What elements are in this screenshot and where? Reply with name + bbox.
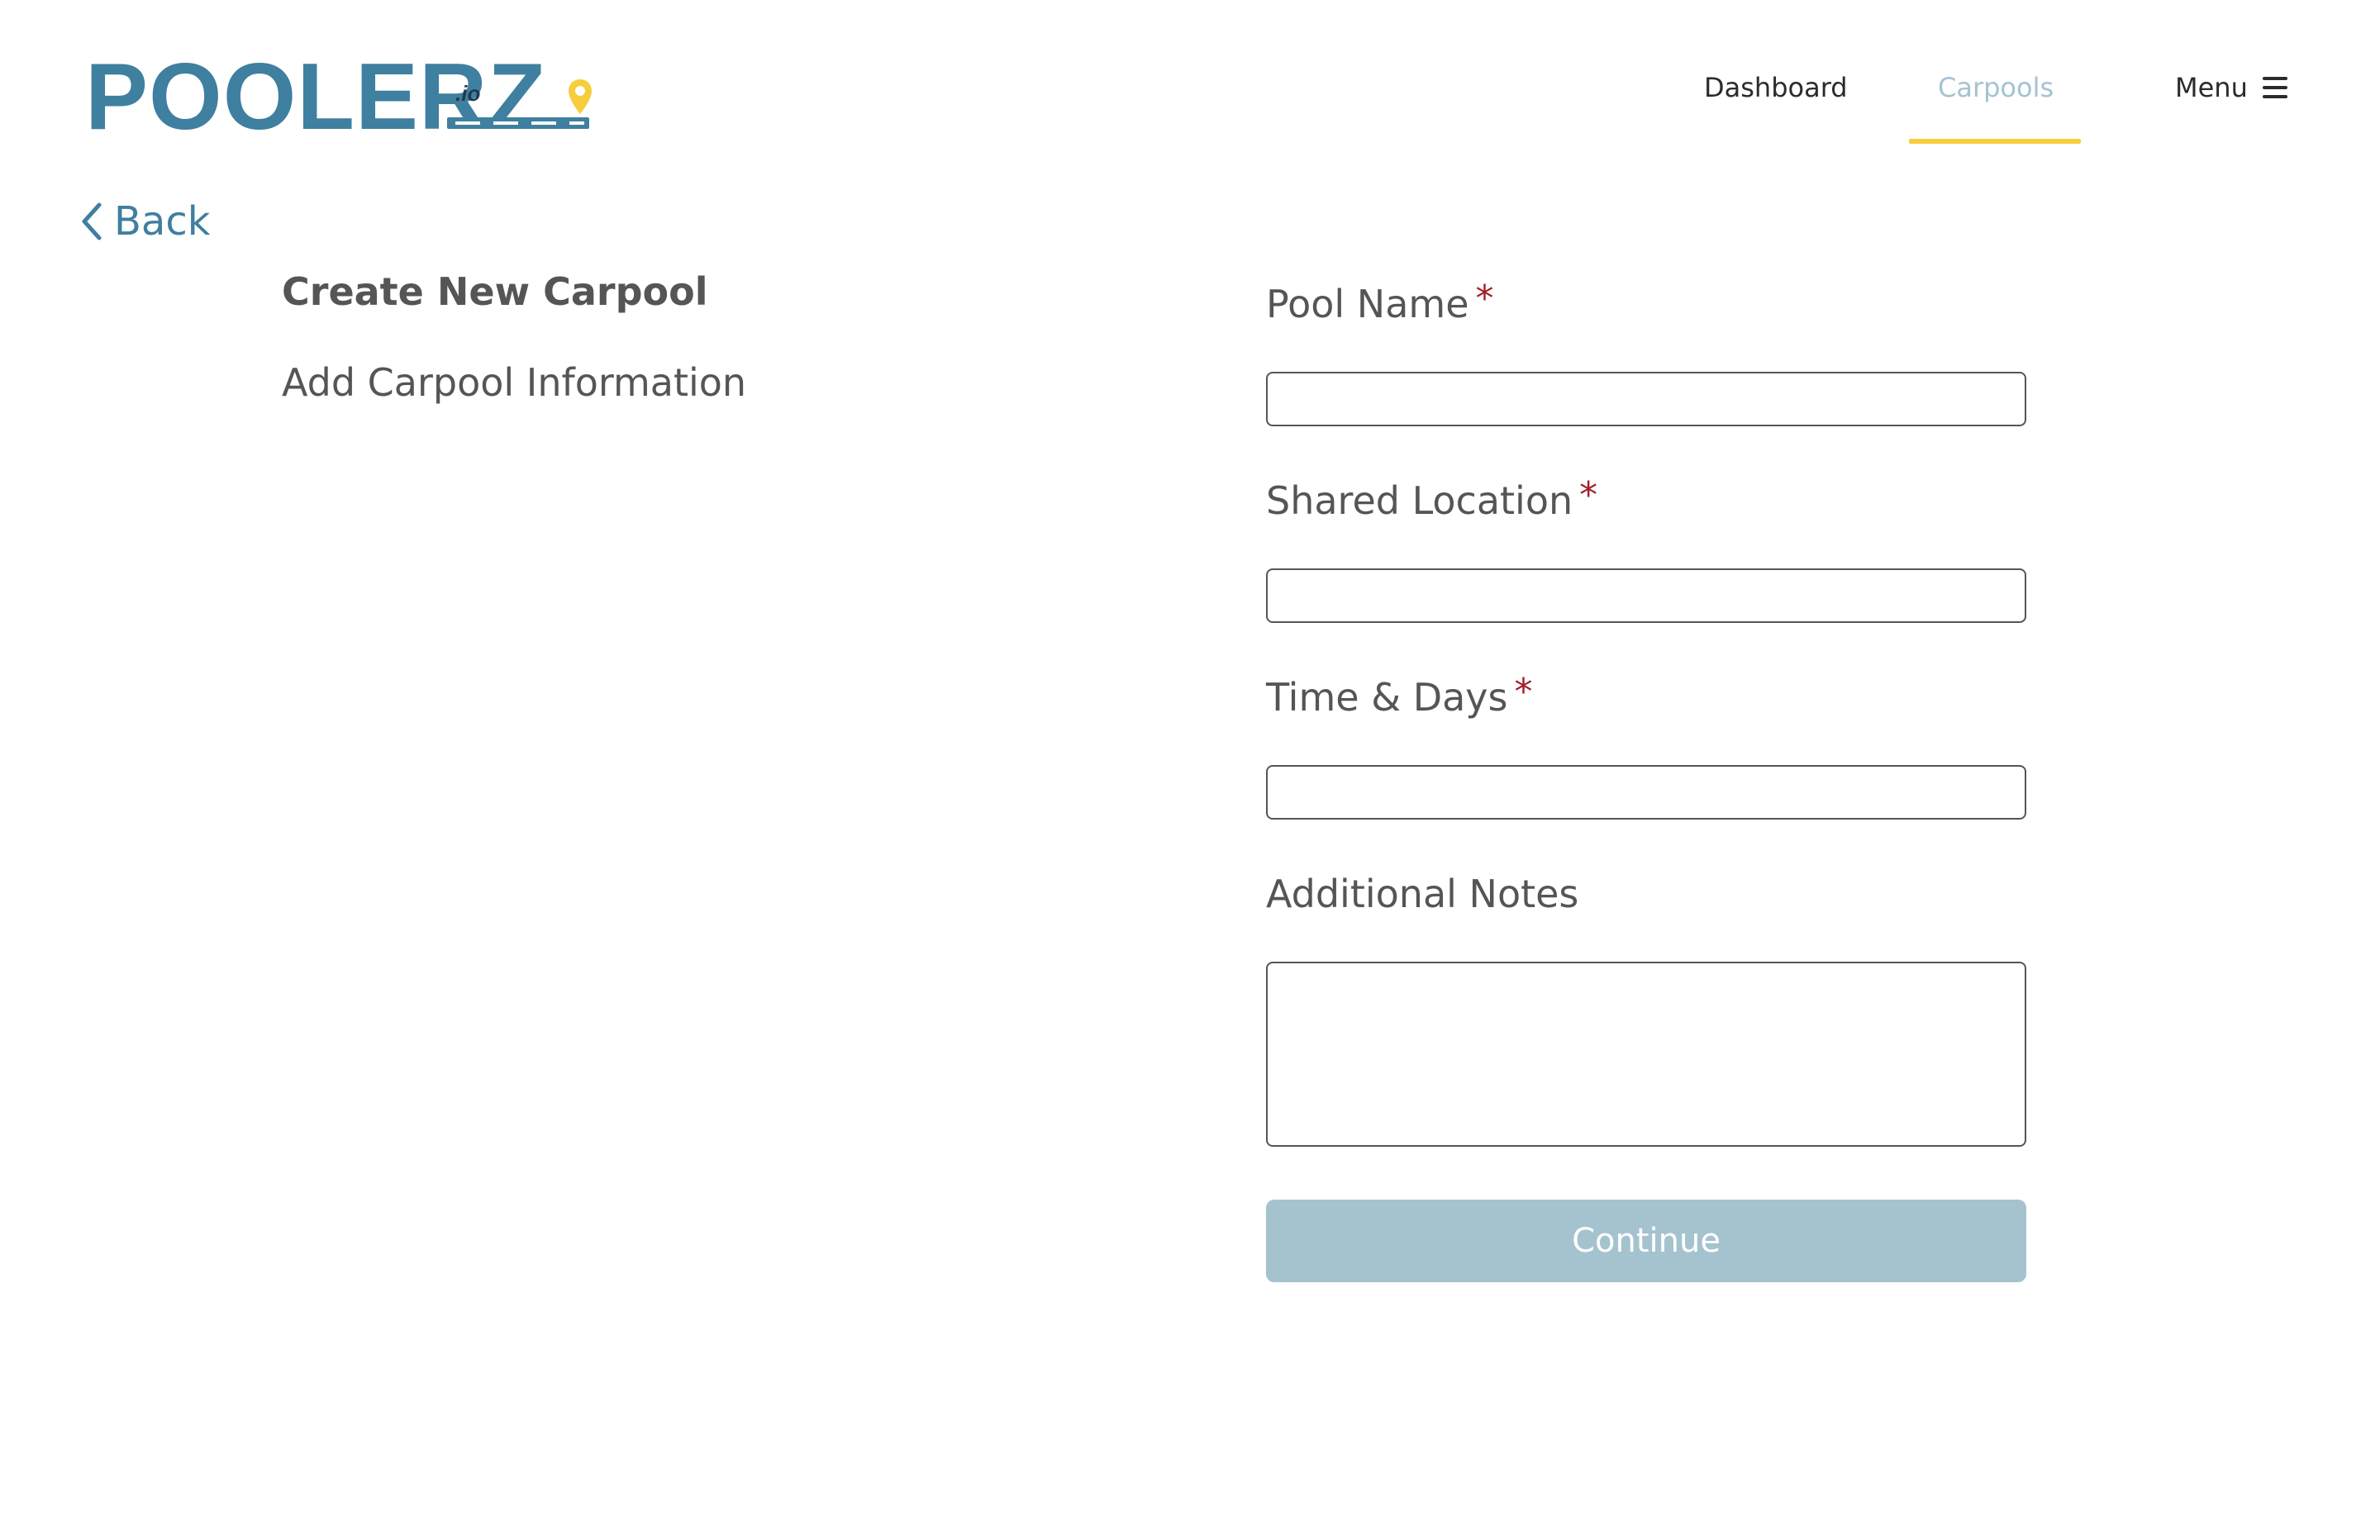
required-marker: *: [1475, 278, 1494, 320]
continue-button[interactable]: Continue: [1266, 1200, 2026, 1282]
poolerz-logo[interactable]: POOLERZ .io: [85, 48, 592, 147]
additional-notes-textarea[interactable]: [1266, 962, 2026, 1147]
pool-name-label: Pool Name *: [1266, 278, 1494, 329]
road-icon: [447, 117, 589, 129]
required-marker: *: [1579, 474, 1598, 516]
logo-suffix: .io: [455, 81, 481, 106]
page-subtitle: Add Carpool Information: [282, 360, 747, 405]
additional-notes-label: Additional Notes: [1266, 869, 1578, 919]
hamburger-menu-icon: [2262, 77, 2287, 98]
shared-location-label-text: Shared Location: [1266, 478, 1573, 523]
nav-dashboard[interactable]: Dashboard: [1704, 63, 1848, 112]
pool-name-input[interactable]: [1266, 372, 2026, 426]
back-label: Back: [114, 198, 211, 245]
page-title: Create New Carpool: [282, 269, 708, 314]
back-link[interactable]: Back: [81, 198, 211, 245]
nav-menu-label: Menu: [2175, 72, 2248, 103]
time-days-label: Time & Days *: [1266, 671, 1533, 722]
nav-menu[interactable]: Menu: [2175, 63, 2287, 112]
additional-notes-label-text: Additional Notes: [1266, 872, 1579, 916]
location-pin-icon: [569, 79, 592, 114]
time-days-input[interactable]: [1266, 765, 2026, 820]
active-tab-indicator: [1909, 139, 2081, 144]
time-days-label-text: Time & Days: [1266, 675, 1508, 720]
required-marker: *: [1514, 671, 1533, 713]
chevron-left-icon: [82, 202, 102, 240]
nav-carpools[interactable]: Carpools: [1938, 63, 2054, 112]
shared-location-input[interactable]: [1266, 568, 2026, 623]
shared-location-label: Shared Location *: [1266, 474, 1598, 525]
pool-name-label-text: Pool Name: [1266, 282, 1469, 326]
